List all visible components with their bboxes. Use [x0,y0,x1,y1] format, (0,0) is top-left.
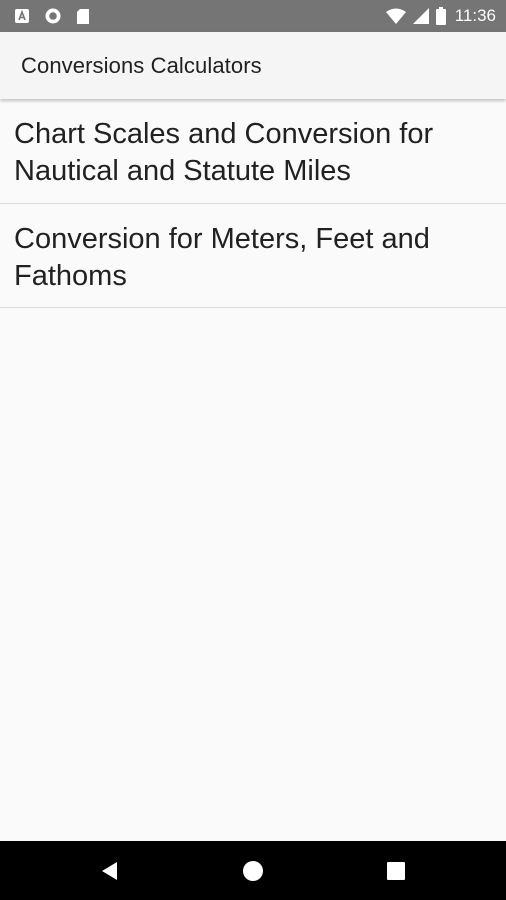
status-time: 11:36 [454,6,496,25]
a-notification-icon [14,8,30,24]
status-bar-system: 11:36 [385,6,496,26]
status-bar-notifications [14,7,90,25]
wifi-icon [385,8,406,24]
page-title: Conversions Calculators [21,53,262,78]
recents-button[interactable] [361,841,431,900]
home-button[interactable] [218,841,288,900]
back-button[interactable] [75,841,145,900]
sd-card-icon [76,8,90,25]
calculator-list: Chart Scales and Conversion for Nautical… [0,99,506,308]
battery-icon [435,7,446,25]
list-item-nautical-statute-miles[interactable]: Chart Scales and Conversion for Nautical… [0,99,506,204]
circle-notification-icon [44,7,62,25]
recents-icon [387,861,405,880]
app-bar: Conversions Calculators [0,32,506,99]
cell-signal-icon [412,8,429,24]
navigation-bar [0,841,506,900]
back-icon [100,861,120,881]
list-item-meters-feet-fathoms[interactable]: Conversion for Meters, Feet and Fathoms [0,204,506,308]
status-bar: 11:36 [0,0,506,32]
home-icon [242,860,264,882]
